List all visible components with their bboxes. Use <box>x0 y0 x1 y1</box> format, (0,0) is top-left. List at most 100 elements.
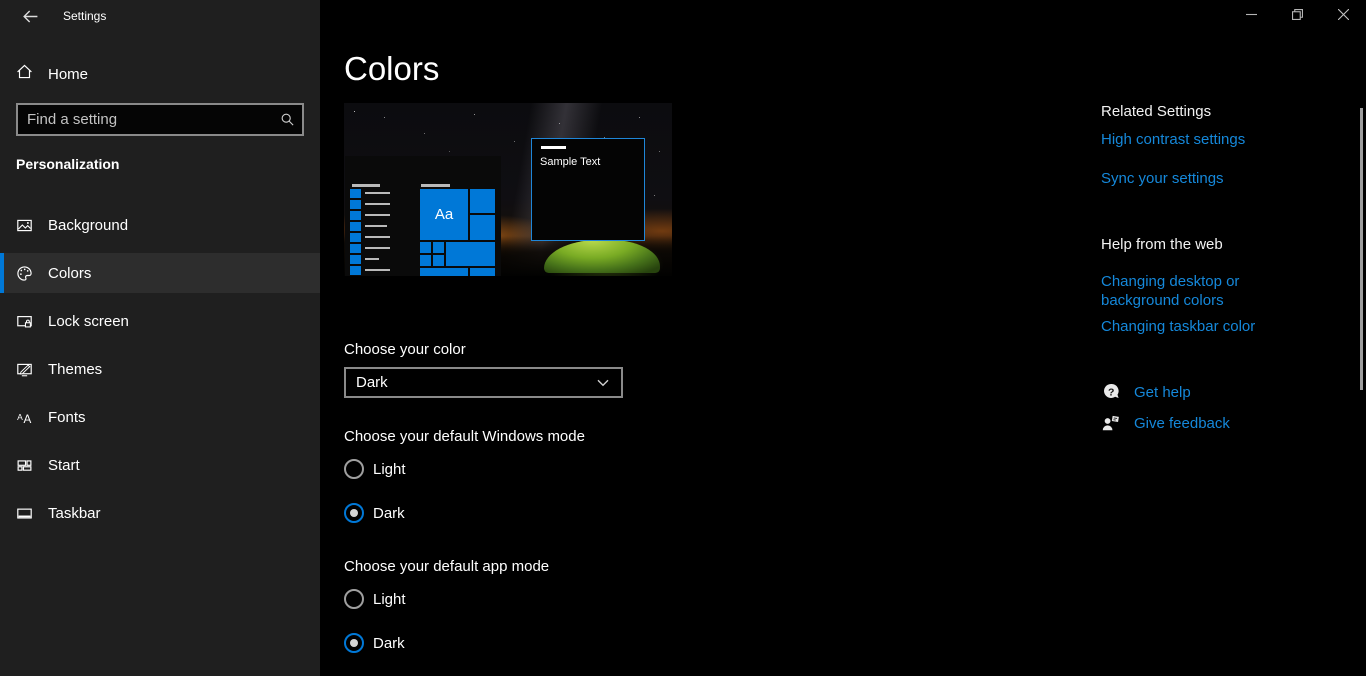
preview-list-square <box>350 189 361 198</box>
color-preview-image: Aa Sample Text <box>344 103 672 276</box>
home-icon <box>16 63 33 85</box>
themes-icon <box>16 361 33 378</box>
preview-line <box>365 236 390 238</box>
preview-tile <box>433 255 444 266</box>
preview-list-square <box>350 200 361 209</box>
sidebar-item-taskbar[interactable]: Taskbar <box>0 493 320 533</box>
vertical-scrollbar[interactable] <box>1360 108 1363 390</box>
sidebar-item-label: Colors <box>48 265 91 282</box>
sidebar-item-colors[interactable]: Colors <box>0 253 320 293</box>
sample-text: Sample Text <box>540 156 600 168</box>
start-icon <box>16 457 33 474</box>
taskbar-icon <box>16 505 33 522</box>
app-mode-dark-radio[interactable]: Dark <box>344 633 405 653</box>
give-feedback-link: Give feedback <box>1134 415 1230 432</box>
radio-label: Dark <box>373 505 405 522</box>
app-mode-light-radio[interactable]: Light <box>344 589 406 609</box>
preview-line <box>365 269 390 271</box>
preview-list-square <box>350 244 361 253</box>
sidebar: Settings Home Personalization Background <box>0 0 320 676</box>
preview-tile-aa: Aa <box>420 189 468 240</box>
sidebar-item-home[interactable]: Home <box>0 54 320 94</box>
get-help-link: Get help <box>1134 384 1191 401</box>
chevron-down-icon <box>597 374 609 392</box>
give-feedback-row[interactable]: Give feedback <box>1101 413 1230 433</box>
changing-desktop-colors-link[interactable]: Changing desktop or background colors <box>1101 272 1316 310</box>
start-menu-preview: Aa <box>345 156 501 276</box>
preview-list-square <box>350 255 361 264</box>
search-input[interactable] <box>18 111 272 128</box>
lock-screen-icon <box>16 313 33 330</box>
radio-label: Light <box>373 591 406 608</box>
sample-window-titlebar-dash <box>541 146 566 149</box>
preview-tile-aa-label: Aa <box>435 206 453 223</box>
sidebar-item-start[interactable]: Start <box>0 445 320 485</box>
color-dropdown[interactable]: Dark <box>344 367 623 398</box>
preview-line <box>365 258 379 260</box>
radio-icon-selected <box>344 633 364 653</box>
preview-line <box>421 184 450 187</box>
sidebar-item-background[interactable]: Background <box>0 205 320 245</box>
minimize-button[interactable] <box>1228 0 1274 32</box>
preview-tile <box>446 242 495 266</box>
high-contrast-settings-link[interactable]: High contrast settings <box>1101 130 1316 149</box>
preview-tile <box>420 268 468 276</box>
preview-list-square <box>350 222 361 231</box>
preview-line <box>365 214 390 216</box>
sync-your-settings-link[interactable]: Sync your settings <box>1101 169 1316 188</box>
window-controls <box>1228 0 1366 32</box>
radio-icon <box>344 589 364 609</box>
svg-text:?: ? <box>1108 387 1114 399</box>
sidebar-item-label: Taskbar <box>48 505 101 522</box>
back-arrow-icon <box>22 8 39 30</box>
svg-text:A: A <box>23 412 31 425</box>
colors-icon <box>16 265 33 282</box>
preview-line <box>365 247 390 249</box>
minimize-icon <box>1246 7 1257 25</box>
back-button[interactable] <box>10 6 50 32</box>
page-title: Colors <box>344 50 439 88</box>
give-feedback-icon <box>1101 413 1121 433</box>
search-box <box>16 103 304 136</box>
preview-tile <box>433 242 444 253</box>
preview-tile <box>420 242 431 253</box>
sidebar-item-label: Home <box>48 66 88 83</box>
close-button[interactable] <box>1320 0 1366 32</box>
preview-line <box>365 203 390 205</box>
sidebar-item-label: Background <box>48 217 128 234</box>
preview-line <box>365 192 390 194</box>
search-icon[interactable] <box>272 105 302 134</box>
windows-mode-label: Choose your default Windows mode <box>344 428 585 445</box>
app-mode-label: Choose your default app mode <box>344 558 549 575</box>
get-help-row[interactable]: ? Get help <box>1101 382 1191 402</box>
preview-line <box>365 225 387 227</box>
sidebar-item-label: Themes <box>48 361 102 378</box>
fonts-icon: AA <box>16 409 33 426</box>
restore-button[interactable] <box>1274 0 1320 32</box>
sidebar-item-label: Fonts <box>48 409 86 426</box>
sidebar-item-fonts[interactable]: AA Fonts <box>0 397 320 437</box>
radio-label: Light <box>373 461 406 478</box>
radio-icon <box>344 459 364 479</box>
get-help-icon: ? <box>1101 382 1121 402</box>
color-dropdown-value: Dark <box>356 374 597 391</box>
settings-window: Settings Home Personalization Background <box>0 0 1366 676</box>
preview-list-square <box>350 266 361 275</box>
stars <box>354 111 355 112</box>
restore-icon <box>1292 7 1303 25</box>
preview-tile <box>420 255 431 266</box>
changing-taskbar-color-link[interactable]: Changing taskbar color <box>1101 317 1316 336</box>
preview-tile <box>470 215 495 240</box>
preview-tile <box>470 189 495 213</box>
sidebar-section-title: Personalization <box>16 156 119 172</box>
related-settings-title: Related Settings <box>1101 103 1211 120</box>
sidebar-item-lock-screen[interactable]: Lock screen <box>0 301 320 341</box>
close-icon <box>1338 7 1349 25</box>
windows-mode-light-radio[interactable]: Light <box>344 459 406 479</box>
preview-line <box>352 184 380 187</box>
help-from-web-title: Help from the web <box>1101 236 1223 253</box>
sidebar-item-themes[interactable]: Themes <box>0 349 320 389</box>
sample-window-preview: Sample Text <box>531 138 645 241</box>
windows-mode-dark-radio[interactable]: Dark <box>344 503 405 523</box>
preview-tile <box>470 268 495 276</box>
